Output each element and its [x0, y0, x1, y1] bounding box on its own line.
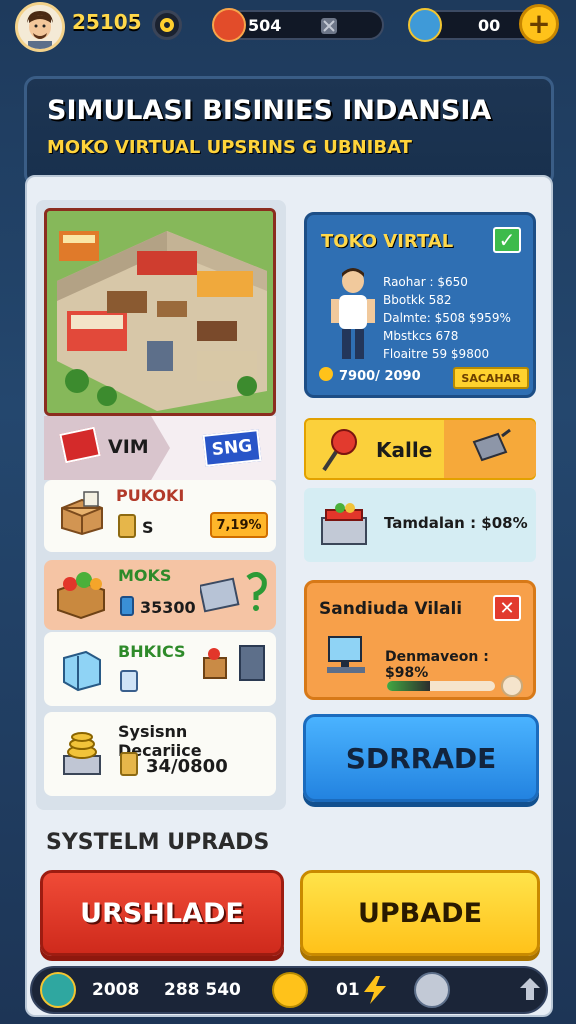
tambah-label: Tamdalan : $08%	[384, 514, 528, 532]
bottle-icon	[120, 596, 134, 616]
cash-register-icon	[321, 503, 367, 545]
lightning-icon	[364, 976, 386, 1004]
lollipop-icon	[322, 429, 357, 472]
produce-crate-icon	[57, 572, 105, 620]
sandiuda-title: Sandiuda Vilali	[319, 599, 463, 619]
supplies-icon	[200, 572, 267, 613]
inventory-card-3[interactable]: BHKICS	[44, 632, 276, 706]
toko-virtual-card[interactable]: TOKO VIRTAL ✓ Raohar : $650 Bbotkk 582 D…	[304, 212, 536, 398]
toko-stat-2: Bbotkk 582	[383, 293, 452, 307]
store-illustration-icon	[47, 211, 273, 413]
shop-isometric-image[interactable]	[44, 208, 276, 416]
toko-title: TOKO VIRTAL	[321, 231, 454, 252]
shopkeeper-figure-icon	[331, 268, 375, 359]
title-banner: SIMULASI BISINIES INDANSIA MOKO VIRTUAL …	[24, 76, 554, 186]
coin-ring-icon[interactable]	[152, 10, 182, 40]
kalle-card[interactable]: Kalle	[304, 418, 536, 480]
toko-stat-4: Mbstkcs 678	[383, 329, 459, 343]
box-icon	[61, 491, 103, 536]
sandiuda-progress-fill	[387, 681, 431, 691]
yellow-upgrade-button[interactable]: UPBADE	[300, 870, 540, 956]
card-2-value: 35300	[140, 598, 196, 617]
boxes-icon	[203, 645, 265, 681]
toko-action-button[interactable]: SACAHAR	[453, 367, 529, 389]
share-arrow-icon[interactable]	[518, 976, 542, 1002]
card-1-badge[interactable]: 7,19%	[210, 512, 268, 538]
resource-2-value: 00	[478, 16, 501, 35]
coin-stack-icon	[118, 514, 136, 538]
add-currency-button[interactable]: +	[519, 4, 559, 44]
coin-stack-icon	[120, 752, 138, 776]
tool-icon	[321, 18, 337, 34]
bucket-icon	[472, 428, 511, 462]
card-4-label: Sysisnn Decariice	[118, 722, 202, 760]
avatar-portrait-icon	[18, 5, 62, 49]
confirm-check-button[interactable]: ✓	[493, 227, 521, 253]
toko-stat-5: Floaitre 59 $9800	[383, 347, 490, 361]
tambah-card[interactable]: Tamdalan : $08%	[304, 488, 536, 562]
toko-stat-3: Dalmte: $508 $959%	[383, 311, 511, 325]
toko-stat-1: Raohar : $650	[383, 275, 468, 289]
kalle-label: Kalle	[376, 438, 433, 462]
coin-counter: 25105	[72, 10, 142, 34]
tag-sng[interactable]: SNG	[202, 429, 262, 467]
card-1-value: S	[142, 518, 154, 537]
coin-icon[interactable]	[272, 972, 308, 1008]
vendor-icon	[408, 8, 442, 42]
timer-icon[interactable]	[501, 675, 523, 697]
card-4-value: 34/0800	[146, 756, 228, 777]
tag-vim: VIM	[108, 436, 149, 458]
sandiuda-progress	[387, 681, 495, 691]
toko-footer: 7900/ 2090	[339, 369, 421, 384]
jar-icon	[120, 670, 138, 692]
top-hud: 25105 504 00 +	[0, 0, 576, 56]
computer-icon	[327, 636, 365, 673]
card-1-label: PUKOKI	[116, 486, 185, 505]
card-2-label: MOKS	[118, 566, 172, 585]
resource-pill-1[interactable]: 504	[212, 8, 384, 42]
trophy-icon[interactable]	[40, 972, 76, 1008]
bag-icon[interactable]	[414, 972, 450, 1008]
shopkeeper-icon	[212, 8, 246, 42]
game-title: SIMULASI BISINIES INDANSIA	[47, 95, 492, 126]
toko-stats: Raohar : $650 Bbotkk 582 Dalmte: $508 $9…	[383, 273, 511, 363]
inventory-card-4[interactable]: Sysisnn Decariice 34/0800	[44, 712, 276, 796]
upgrade-button-blue[interactable]: SDRRADE	[303, 714, 539, 802]
tag-row: VIM SNG	[44, 416, 276, 480]
bottom-stat-2: 288 540	[164, 980, 241, 1000]
bottom-stat-1: 2008	[92, 980, 140, 1000]
game-subtitle: MOKO VIRTUAL UPSRINS G UBNIBAT	[47, 137, 412, 158]
player-avatar[interactable]	[15, 2, 65, 52]
close-icon[interactable]: ✕	[493, 595, 521, 621]
card-3-label: BHKICS	[118, 642, 186, 661]
bottom-stat-3: 01	[336, 980, 360, 1000]
red-upgrade-button[interactable]: URSHLADE	[40, 870, 284, 956]
coin-pile-icon	[63, 732, 101, 775]
inventory-card-1[interactable]: PUKOKI S 7,19%	[44, 480, 276, 552]
sandiuda-card[interactable]: Sandiuda Vilali ✕ Denmaveon : $98%	[304, 580, 536, 700]
kalle-tool-panel	[444, 420, 536, 478]
coin-icon	[319, 367, 333, 381]
resource-1-value: 504	[248, 16, 282, 35]
system-upgrades-title: SYSTELM UPRADS	[46, 830, 270, 855]
fridge-icon	[63, 650, 101, 692]
inventory-card-2[interactable]: MOKS 35300	[44, 560, 276, 630]
bottom-bar: 2008 288 540 01	[30, 966, 548, 1014]
